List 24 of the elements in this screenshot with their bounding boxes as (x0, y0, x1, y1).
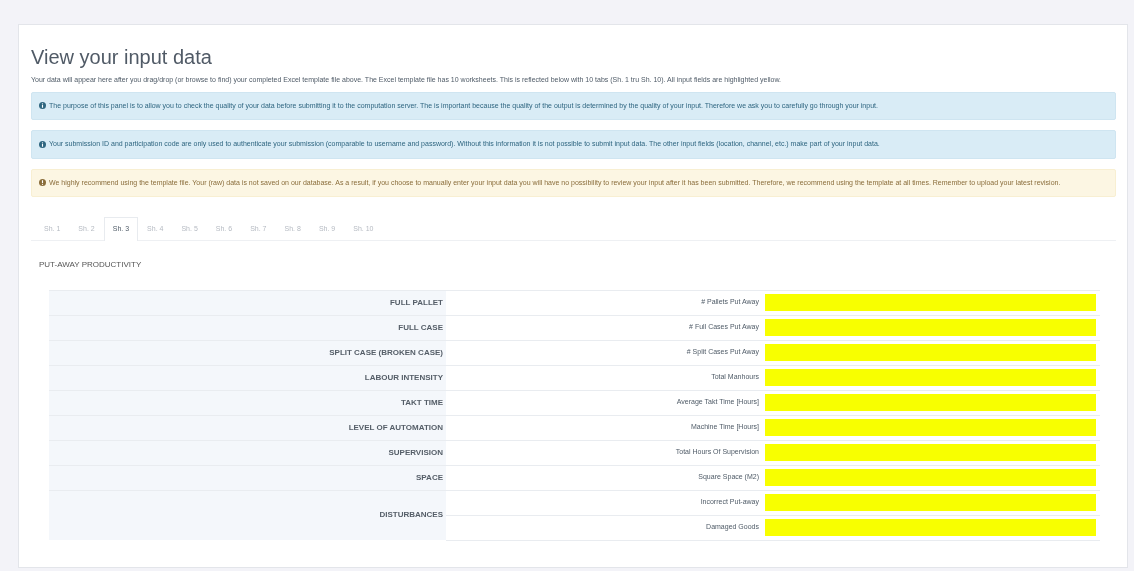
input-field[interactable] (765, 494, 1096, 511)
input-field[interactable] (765, 369, 1096, 386)
input-field[interactable] (765, 519, 1096, 536)
input-field[interactable] (765, 419, 1096, 436)
group-label: LABOUR INTENSITY (49, 365, 446, 390)
exclamation-icon (39, 179, 46, 187)
input-field[interactable] (765, 319, 1096, 336)
input-field[interactable] (765, 294, 1096, 311)
group-label: SPLIT CASE (BROKEN CASE) (49, 340, 446, 365)
input-field[interactable] (765, 469, 1096, 486)
info-icon (39, 102, 46, 110)
input-field[interactable] (765, 394, 1096, 411)
group-label: FULL PALLET (49, 290, 446, 315)
group-label: FULL CASE (49, 315, 446, 340)
group-label: DISTURBANCES (49, 490, 446, 540)
input-field[interactable] (765, 344, 1096, 361)
group-label: LEVEL OF AUTOMATION (49, 415, 446, 440)
group-label: SUPERVISION (49, 440, 446, 465)
info-icon (39, 140, 46, 148)
group-label: TAKT TIME (49, 390, 446, 415)
input-field[interactable] (765, 444, 1096, 461)
page-title: View your input data (31, 45, 213, 69)
group-label: SPACE (49, 465, 446, 490)
section-title: PUT-AWAY PRODUCTIVITY (39, 258, 143, 271)
